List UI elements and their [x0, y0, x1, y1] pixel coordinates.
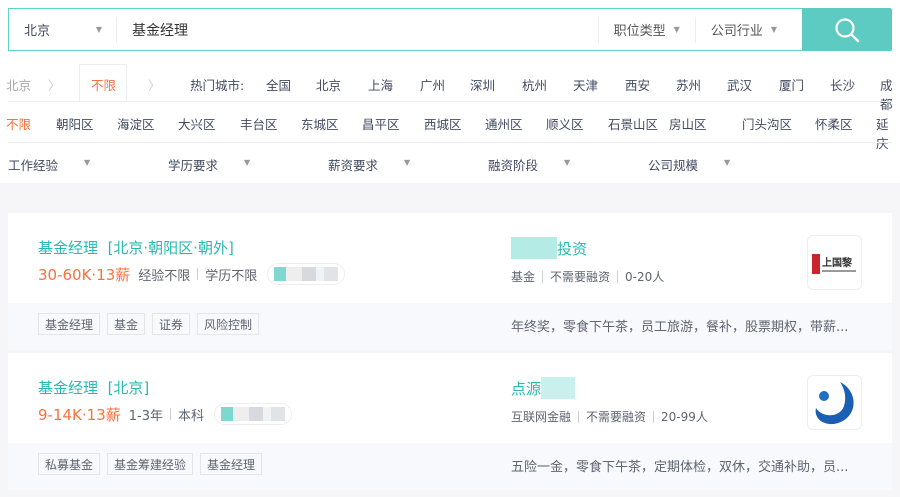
condition-dropdown[interactable]: 工作经验 ▼: [8, 155, 90, 174]
company-info: 互联网金融 不需要融资 20-99人: [511, 410, 708, 424]
district-link[interactable]: 东城区: [301, 114, 339, 133]
district-link[interactable]: 房山区: [669, 114, 707, 133]
city-link[interactable]: 成都: [880, 75, 900, 113]
job-tag: 基金经理: [38, 313, 101, 335]
district-link[interactable]: 石景山区: [608, 114, 658, 133]
district-link[interactable]: 海淀区: [117, 114, 155, 133]
current-city[interactable]: 北京: [6, 75, 31, 94]
district-link[interactable]: 昌平区: [362, 114, 400, 133]
recruiter-info-blurred: [267, 263, 346, 285]
city-link[interactable]: 厦门: [779, 75, 804, 94]
chevron-right-icon: 〉: [148, 78, 161, 93]
job-card[interactable]: 基金经理 [北京] 9-14K·13薪 1-3年 本科 点源 互联网金融 不需要融资 2…: [8, 353, 892, 490]
district-link[interactable]: 丰台区: [240, 114, 278, 133]
district-link[interactable]: 怀柔区: [815, 114, 853, 133]
company-name-link[interactable]: 点源: [511, 377, 576, 399]
city-link[interactable]: 苏州: [676, 75, 701, 94]
city-link[interactable]: 广州: [420, 75, 445, 94]
district-link[interactable]: 顺义区: [546, 114, 584, 133]
job-type-select[interactable]: 职位类型 ▼: [597, 16, 695, 43]
education: 学历不限: [205, 268, 258, 284]
company-logo: 上国黎: [811, 253, 856, 274]
industry-select[interactable]: 公司行业 ▼: [694, 16, 803, 43]
company-info: 基金 不需要融资 0-20人: [511, 270, 665, 284]
job-location: [北京·朝阳区·朝外]: [107, 239, 234, 257]
job-card[interactable]: 基金经理 [北京·朝阳区·朝外] 30-60K·13薪 经验不限 学历不限 投资 基…: [8, 213, 892, 350]
city-value: 北京: [24, 24, 51, 39]
job-title-link[interactable]: 基金经理 [北京·朝阳区·朝外]: [38, 237, 234, 258]
job-tag: 基金经理: [200, 453, 263, 475]
education: 本科: [177, 408, 204, 424]
condition-label: 学历要求: [168, 158, 219, 173]
condition-dropdown[interactable]: 公司规模 ▼: [648, 155, 730, 174]
condition-dropdown[interactable]: 薪资要求 ▼: [328, 155, 410, 174]
search-input[interactable]: 基金经理: [117, 20, 598, 40]
condition-dropdown[interactable]: 学历要求 ▼: [168, 155, 250, 174]
svg-text:上国黎: 上国黎: [822, 256, 852, 269]
city-any-label: 不限: [91, 78, 117, 93]
district-link[interactable]: 通州区: [485, 114, 523, 133]
caret-down-icon: ▼: [84, 158, 91, 167]
search-bar: 北京 ▼ 基金经理 职位类型 ▼ 公司行业 ▼: [8, 8, 804, 51]
district-link[interactable]: 朝阳区: [56, 114, 94, 133]
caret-down-icon: ▼: [244, 158, 251, 167]
search-button[interactable]: [802, 8, 892, 51]
experience: 经验不限: [138, 268, 191, 284]
filter-panel: 北京 ▼ 基金经理 职位类型 ▼ 公司行业 ▼ 北京 〉 不限 〉 热门城市: 全国 北…: [0, 0, 900, 183]
job-tag: 基金筹建经验: [107, 453, 194, 475]
city-link[interactable]: 武汉: [727, 75, 752, 94]
job-type-label: 职位类型: [613, 24, 666, 39]
condition-label: 薪资要求: [328, 158, 379, 173]
condition-label: 公司规模: [648, 158, 699, 173]
caret-down-icon: ▼: [724, 158, 731, 167]
job-tag: 证券: [152, 313, 191, 335]
salary: 9-14K·13薪: [38, 405, 121, 424]
city-select[interactable]: 北京 ▼: [9, 16, 117, 43]
job-tag: 私募基金: [38, 453, 101, 475]
company-logo-box[interactable]: 上国黎: [807, 235, 862, 290]
job-title-link[interactable]: 基金经理 [北京]: [38, 377, 149, 398]
district-link[interactable]: 西城区: [424, 114, 462, 133]
city-link[interactable]: 天津: [573, 75, 598, 94]
caret-down-icon: ▼: [770, 25, 777, 34]
job-tag: 风险控制: [197, 313, 260, 335]
city-link[interactable]: 深圳: [470, 75, 495, 94]
caret-down-icon: ▼: [404, 158, 411, 167]
chevron-right-icon: 〉: [48, 78, 61, 93]
industry-label: 公司行业: [710, 24, 763, 39]
city-link[interactable]: 杭州: [522, 75, 547, 94]
recruiter-info-blurred: [214, 403, 292, 425]
city-link[interactable]: 全国: [266, 75, 291, 94]
condition-dropdown[interactable]: 融资阶段 ▼: [488, 155, 570, 174]
salary: 30-60K·13薪: [38, 265, 131, 284]
company-name-link[interactable]: 投资: [511, 237, 587, 259]
caret-down-icon: ▼: [673, 25, 680, 34]
city-link[interactable]: 上海: [368, 75, 393, 94]
district-any[interactable]: 不限: [6, 114, 31, 133]
condition-label: 工作经验: [8, 158, 59, 173]
city-link[interactable]: 西安: [625, 75, 650, 94]
district-link[interactable]: 延庆: [876, 114, 900, 152]
district-link[interactable]: 门头沟区: [742, 114, 792, 133]
company-logo: [815, 381, 854, 424]
company-logo-box[interactable]: [807, 375, 862, 430]
hot-cities-label: 热门城市:: [190, 78, 245, 93]
welfare-text: 五险一金，零食下午茶，定期体检，双休，交通补助，员...: [511, 460, 849, 475]
caret-down-icon: ▼: [564, 158, 571, 167]
job-location: [北京]: [107, 379, 150, 397]
city-link[interactable]: 北京: [316, 75, 341, 94]
district-link[interactable]: 大兴区: [178, 114, 216, 133]
experience: 1-3年: [128, 408, 163, 424]
condition-label: 融资阶段: [488, 158, 539, 173]
job-tag: 基金: [107, 313, 146, 335]
welfare-text: 年终奖，零食下午茶，员工旅游，餐补，股票期权，带薪...: [511, 320, 849, 335]
caret-down-icon: ▼: [95, 25, 102, 34]
city-link[interactable]: 长沙: [830, 75, 855, 94]
search-icon: [835, 17, 860, 42]
